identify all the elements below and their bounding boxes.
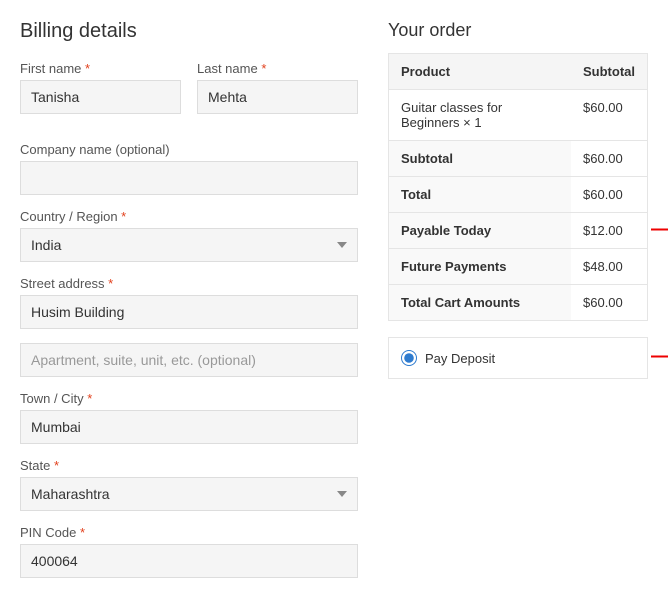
state-group: State * Maharashtra Delhi Karnataka [20, 458, 358, 511]
table-row: Guitar classes for Beginners × 1 $60.00 [389, 90, 648, 141]
required-star-city: * [84, 391, 93, 406]
product-name: Guitar classes for Beginners × 1 [389, 90, 572, 141]
street-label: Street address * [20, 276, 358, 291]
first-name-group: First name * [20, 61, 181, 114]
country-group: Country / Region * India United States U… [20, 209, 358, 262]
order-section: Your order Product Subtotal Guitar class… [388, 20, 648, 592]
pin-input[interactable] [20, 544, 358, 578]
arrow-payable-icon [651, 219, 668, 242]
table-row: Future Payments $48.00 [389, 249, 648, 285]
required-star-country: * [118, 209, 127, 224]
pay-deposit-section: Pay Deposit [388, 337, 648, 379]
pay-deposit-radio[interactable] [401, 350, 417, 366]
required-star-first: * [81, 61, 90, 76]
city-label: Town / City * [20, 391, 358, 406]
apt-group [20, 343, 358, 377]
pin-label: PIN Code * [20, 525, 358, 540]
table-row: Total $60.00 [389, 177, 648, 213]
total-value: $60.00 [571, 177, 648, 213]
name-row: First name * Last name * [20, 61, 358, 128]
company-name-input[interactable] [20, 161, 358, 195]
table-row: Payable Today $12.00 [389, 213, 648, 249]
city-input[interactable] [20, 410, 358, 444]
future-label: Future Payments [389, 249, 572, 285]
required-star-state: * [50, 458, 59, 473]
arrow-deposit-icon [651, 347, 668, 370]
required-star-last: * [258, 61, 267, 76]
payable-label: Payable Today [389, 213, 572, 249]
state-select[interactable]: Maharashtra Delhi Karnataka [20, 477, 358, 511]
apt-input[interactable] [20, 343, 358, 377]
order-table: Product Subtotal Guitar classes for Begi… [388, 53, 648, 321]
cart-value: $60.00 [571, 285, 648, 321]
company-name-group: Company name (optional) [20, 142, 358, 195]
required-star-pin: * [76, 525, 85, 540]
first-name-label: First name * [20, 61, 181, 76]
street-group: Street address * [20, 276, 358, 329]
subtotal-label: Subtotal [389, 141, 572, 177]
pin-group: PIN Code * [20, 525, 358, 578]
last-name-input[interactable] [197, 80, 358, 114]
product-subtotal: $60.00 [571, 90, 648, 141]
country-select[interactable]: India United States United Kingdom [20, 228, 358, 262]
col-subtotal: Subtotal [571, 54, 648, 90]
table-row: Total Cart Amounts $60.00 [389, 285, 648, 321]
required-star-street: * [105, 276, 114, 291]
last-name-group: Last name * [197, 61, 358, 114]
col-product: Product [389, 54, 572, 90]
street-input[interactable] [20, 295, 358, 329]
last-name-label: Last name * [197, 61, 358, 76]
city-group: Town / City * [20, 391, 358, 444]
future-value: $48.00 [571, 249, 648, 285]
country-label: Country / Region * [20, 209, 358, 224]
state-label: State * [20, 458, 358, 473]
billing-section: Billing details First name * Last name *… [20, 20, 358, 592]
billing-title: Billing details [20, 20, 358, 43]
table-row: Subtotal $60.00 [389, 141, 648, 177]
subtotal-value: $60.00 [571, 141, 648, 177]
company-name-label: Company name (optional) [20, 142, 358, 157]
order-title: Your order [388, 20, 648, 41]
cart-label: Total Cart Amounts [389, 285, 572, 321]
payable-value: $12.00 [571, 213, 648, 249]
pay-deposit-label: Pay Deposit [425, 351, 495, 366]
total-label: Total [389, 177, 572, 213]
first-name-input[interactable] [20, 80, 181, 114]
